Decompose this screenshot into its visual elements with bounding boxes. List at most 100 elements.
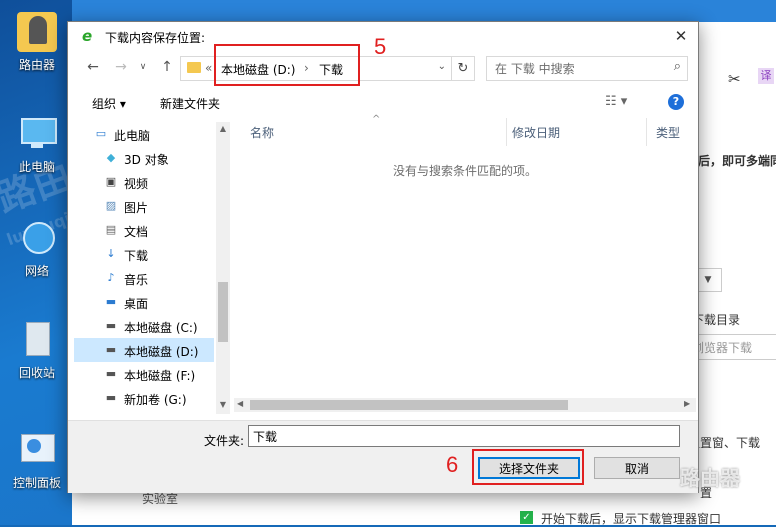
chevron-down-icon: ⌄: [437, 61, 446, 72]
scroll-down-arrow[interactable]: ▼: [218, 400, 228, 409]
search-box[interactable]: ⌕: [486, 56, 688, 81]
scroll-right-arrow[interactable]: ▶: [684, 399, 690, 408]
arrow-left-icon: ←: [87, 59, 99, 75]
close-button[interactable]: ✕: [670, 26, 692, 46]
tree-item-label: 本地磁盘 (F:): [124, 369, 196, 383]
browser-title-bar: [72, 0, 776, 22]
drive-icon: ▬: [105, 367, 117, 380]
organize-menu[interactable]: 组织 ▾: [92, 95, 126, 112]
tree-scrollbar[interactable]: ▲ ▼: [216, 122, 230, 414]
tree-item[interactable]: ▬ 桌面: [74, 290, 214, 314]
scroll-left-arrow[interactable]: ◀: [237, 399, 243, 408]
dialog-toolbar: 组织 ▾ 新建文件夹 ☷ ▾ ?: [68, 88, 698, 116]
save-location-dialog: e 下载内容保存位置: ✕ ← → ∨ ↑ « 本地磁盘 (D:) › 下载 ⌄…: [67, 21, 699, 493]
tree-item-label: 文档: [124, 225, 149, 239]
view-options-icon[interactable]: ☷ ▾: [605, 94, 627, 109]
computer-icon: ▭: [95, 127, 107, 140]
recycle-bin-icon: [17, 320, 57, 360]
up-button[interactable]: ↑: [158, 58, 176, 76]
column-separator[interactable]: [506, 118, 507, 146]
drive-icon: ▬: [105, 343, 117, 356]
documents-icon: ▤: [105, 223, 117, 236]
desktop-icon-label: 回收站: [18, 366, 55, 380]
desktop-icon-control-panel[interactable]: 控制面板: [2, 430, 72, 491]
refresh-button[interactable]: ↻: [452, 56, 475, 81]
column-separator[interactable]: [646, 118, 647, 146]
scissors-icon[interactable]: ✂: [728, 70, 741, 88]
help-icon[interactable]: ?: [668, 94, 684, 110]
desktop-icon-router[interactable]: 路由器: [2, 12, 72, 73]
address-dropdown[interactable]: ⌄: [438, 61, 446, 72]
computer-icon: [17, 114, 57, 154]
desktop-icon-label: 控制面板: [12, 476, 61, 490]
arrow-up-icon: ↑: [161, 59, 173, 75]
scroll-thumb[interactable]: [218, 282, 228, 342]
tree-item[interactable]: ▬ 本地磁盘 (C:): [74, 314, 214, 338]
tree-item[interactable]: ◆ 3D 对象: [74, 146, 214, 170]
tree-item-label: 3D 对象: [124, 153, 169, 167]
folder-name-input[interactable]: [248, 425, 680, 447]
control-panel-icon: [17, 430, 57, 470]
annotation-step-6: 6: [446, 452, 459, 477]
bg-text-download-dir: 下载目录: [692, 313, 741, 327]
tree-item[interactable]: ▣ 视频: [74, 170, 214, 194]
scroll-up-arrow[interactable]: ▲: [218, 124, 228, 133]
annotation-box-select: [472, 449, 584, 485]
pictures-icon: ▨: [105, 199, 117, 212]
column-header-type[interactable]: 类型: [656, 124, 680, 141]
chevron-down-icon: ∨: [139, 62, 147, 72]
tree-item[interactable]: ↓ 下载: [74, 242, 214, 266]
tree-item-label: 桌面: [124, 297, 149, 311]
desktop-icon-label: 此电脑: [18, 160, 55, 174]
address-overflow[interactable]: «: [205, 61, 212, 75]
desktop-icon-recycle[interactable]: 回收站: [2, 320, 72, 381]
close-icon: ✕: [674, 27, 688, 45]
list-horizontal-scrollbar[interactable]: ◀ ▶: [234, 398, 696, 412]
refresh-icon: ↻: [457, 61, 469, 76]
bg-text-sync: 后，即可多端同: [698, 154, 776, 168]
network-icon: [17, 218, 57, 258]
tree-item-label: 本地磁盘 (C:): [124, 321, 198, 335]
tree-item[interactable]: ♪ 音乐: [74, 266, 214, 290]
folder-label: 文件夹:: [204, 434, 245, 448]
tree-item-label: 本地磁盘 (D:): [124, 345, 199, 359]
column-header-date[interactable]: 修改日期: [512, 124, 560, 141]
column-header-name[interactable]: 名称: [250, 124, 274, 141]
forward-button[interactable]: →: [112, 58, 130, 76]
dialog-title: 下载内容保存位置:: [105, 31, 206, 45]
desktop-icon-label: 路由器: [18, 58, 55, 72]
tree-item-label: 此电脑: [114, 129, 151, 143]
downloads-icon: ↓: [106, 247, 116, 260]
annotation-box-address: [214, 44, 360, 86]
router-folder-icon: [17, 12, 57, 52]
new-folder-button[interactable]: 新建文件夹: [160, 95, 220, 112]
cancel-button[interactable]: 取消: [594, 457, 680, 479]
back-button[interactable]: ←: [84, 58, 102, 76]
music-icon: ♪: [107, 271, 115, 284]
scroll-thumb[interactable]: [250, 400, 568, 410]
desktop-icon-network[interactable]: 网络: [2, 218, 72, 279]
arrow-right-icon: →: [115, 59, 127, 75]
bg-text-show-download-manager: 开始下载后，显示下载管理器窗口: [541, 512, 722, 526]
file-list: ^ 名称 修改日期 类型 没有与搜索条件匹配的项。: [234, 114, 696, 418]
tree-item[interactable]: ▬ 本地磁盘 (F:): [74, 362, 214, 386]
tree-item[interactable]: ▬ 本地磁盘 (D:): [74, 338, 214, 362]
navigation-tree: ▭ 此电脑 ◆ 3D 对象 ▣ 视频 ▨ 图片 ▤ 文档 ↓ 下载 ♪ 音乐 ▬ 桌面 ▬ 本地磁盘 (C:) ▬ 本…: [74, 122, 230, 414]
tree-item-label: 下载: [124, 249, 149, 263]
search-input[interactable]: [493, 60, 657, 77]
video-icon: ▣: [105, 175, 117, 188]
desktop-icon-label: 网络: [24, 264, 49, 278]
tree-item-label: 音乐: [124, 273, 149, 287]
tree-item[interactable]: ▨ 图片: [74, 194, 214, 218]
dialog-footer: 文件夹: 选择文件夹 取消: [68, 420, 698, 493]
desktop-icon-computer[interactable]: 此电脑: [2, 114, 72, 175]
tree-item[interactable]: ▭ 此电脑: [74, 122, 214, 146]
tree-item-label: 视频: [124, 177, 149, 191]
translate-icon[interactable]: 译: [758, 68, 774, 84]
tree-item[interactable]: ▤ 文档: [74, 218, 214, 242]
recent-locations-button[interactable]: ∨: [134, 58, 152, 76]
tree-item[interactable]: ▬ 新加卷 (G:): [74, 386, 214, 410]
checkbox-checked-icon[interactable]: ✓: [520, 511, 533, 524]
browser-e-icon: e: [82, 27, 93, 45]
drive-icon: ▬: [105, 391, 117, 404]
